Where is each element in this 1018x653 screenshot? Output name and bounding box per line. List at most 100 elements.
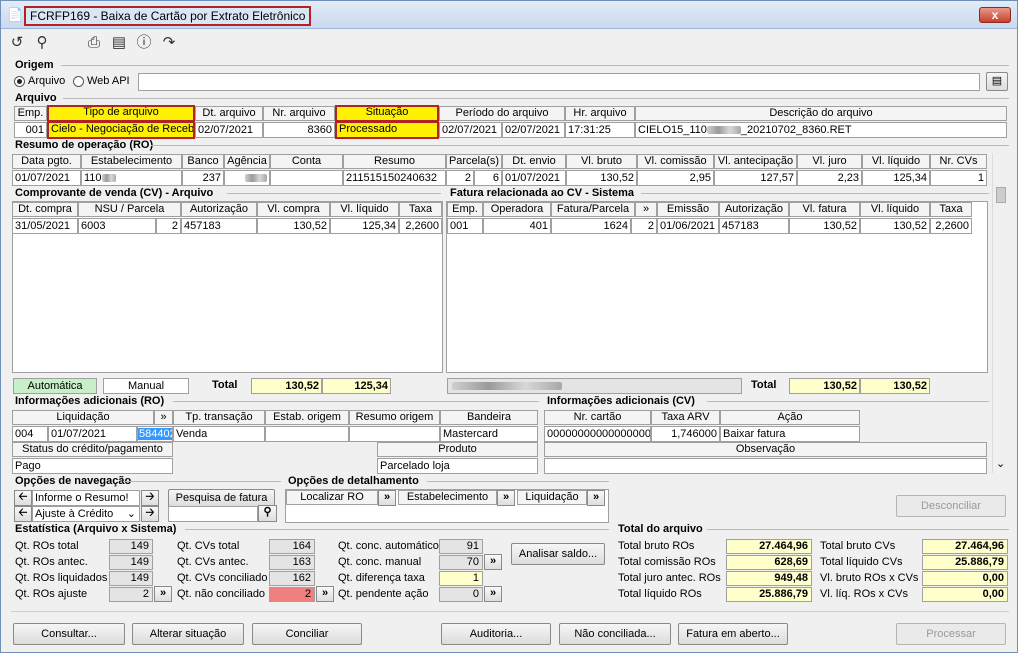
detal-estab-more[interactable]: » (497, 490, 515, 506)
calendar-icon[interactable]: ▤ (110, 34, 128, 52)
estab-origem[interactable] (265, 426, 349, 442)
cv-aut[interactable]: 457183 (181, 218, 257, 234)
fatura-emissao[interactable]: 01/06/2021 (657, 218, 719, 234)
cv-taxa[interactable]: 2,2600 (399, 218, 442, 234)
acao[interactable]: Baixar fatura (720, 426, 860, 442)
fatura-operadora[interactable]: 401 (483, 218, 551, 234)
arquivo-desc[interactable]: CIELO15_110 _20210702_8360.RET (635, 122, 1007, 138)
detal-localizar-button[interactable]: Localizar RO (286, 490, 378, 505)
fatura-taxa[interactable]: 2,2600 (930, 218, 972, 234)
total-label: Total comissão ROs (618, 556, 716, 568)
resumo-antecip[interactable]: 127,57 (714, 170, 797, 186)
resumo-juro[interactable]: 2,23 (797, 170, 862, 186)
resumo-ncvs[interactable]: 1 (930, 170, 987, 186)
resumo-numero[interactable]: 211515150240632 (343, 170, 446, 186)
resumo-agencia[interactable] (224, 170, 270, 186)
taxa-arv[interactable]: 1,746000 (651, 426, 720, 442)
detal-localizar-more[interactable]: » (378, 490, 396, 506)
radio-arquivo[interactable] (14, 76, 25, 87)
pesquisa-input[interactable] (168, 506, 258, 522)
nao-conciliada-button[interactable]: Não conciliada... (559, 623, 671, 645)
arquivo-dt[interactable]: 02/07/2021 (195, 122, 263, 138)
status-credito[interactable]: Pago (12, 458, 173, 474)
nav-next-button[interactable]: 🡢 (141, 490, 159, 506)
detal-liquidacao-button[interactable]: Liquidação (517, 490, 587, 505)
cv-compra[interactable]: 130,52 (257, 218, 330, 234)
fatura-vliq[interactable]: 130,52 (860, 218, 930, 234)
liquidacao-data[interactable]: 01/07/2021 (48, 426, 137, 442)
nao-conciliado-more-button[interactable]: » (316, 586, 334, 602)
resumo-envio[interactable]: 01/07/2021 (502, 170, 566, 186)
fatura-emp[interactable]: 001 (447, 218, 483, 234)
nav-next2-button[interactable]: 🡢 (141, 506, 159, 522)
arquivo-periodo-ini[interactable]: 02/07/2021 (439, 122, 502, 138)
liquidacao-cod[interactable]: 004 (12, 426, 48, 442)
consultar-button[interactable]: Consultar... (13, 623, 125, 645)
help-icon[interactable]: ⓘ (135, 34, 153, 52)
radio-webapi[interactable] (73, 76, 84, 87)
resumo-parcela-a[interactable]: 2 (446, 170, 474, 186)
manual-more-button[interactable]: » (484, 554, 502, 570)
nav-ajuste-select[interactable]: Ajuste à Crédito ⌄ (32, 506, 140, 522)
path-input[interactable] (138, 73, 980, 91)
arquivo-emp[interactable]: 001 (14, 122, 47, 138)
cv-parcela[interactable]: 2 (156, 218, 181, 234)
fatura-parcela[interactable]: 2 (631, 218, 657, 234)
fatura-vfat[interactable]: 130,52 (789, 218, 860, 234)
pesquisa-search-button[interactable]: ⚲ (258, 505, 277, 522)
alterar-situacao-button[interactable]: Alterar situação (132, 623, 244, 645)
col-header: Emissão (657, 202, 719, 217)
col-header: Emp. (14, 106, 47, 121)
arquivo-periodo-fim[interactable]: 02/07/2021 (502, 122, 565, 138)
resumo-conta[interactable] (270, 170, 343, 186)
stat-value: 149 (109, 539, 153, 554)
cv-nsu[interactable]: 6003 (78, 218, 156, 234)
print-icon[interactable]: ⎙ (85, 34, 103, 52)
fatura-aut[interactable]: 457183 (719, 218, 789, 234)
close-button[interactable]: x (979, 7, 1011, 23)
nr-cartao[interactable]: 00000000000000000 (544, 426, 651, 442)
resumo-liquido[interactable]: 125,34 (862, 170, 930, 186)
conciliar-button[interactable]: Conciliar (252, 623, 362, 645)
cv-liquido[interactable]: 125,34 (330, 218, 399, 234)
col-header: Taxa (930, 202, 972, 217)
resumo-bruto[interactable]: 130,52 (566, 170, 637, 186)
bandeira[interactable]: Mastercard (440, 426, 538, 442)
resumo-parcela-b[interactable]: 6 (474, 170, 502, 186)
arquivo-situacao[interactable]: Processado (335, 121, 439, 139)
browse-button[interactable]: ▤ (986, 72, 1008, 91)
produto[interactable]: Parcelado loja (377, 458, 538, 474)
auditoria-button[interactable]: Auditoria... (441, 623, 551, 645)
scroll-thumb[interactable] (996, 187, 1006, 203)
undo-icon[interactable]: ↺ (8, 34, 26, 52)
observacao[interactable] (544, 458, 987, 474)
pendente-more-button[interactable]: » (484, 586, 502, 602)
vertical-scrollbar[interactable]: ⌄ (992, 153, 1009, 473)
ajuste-more-button[interactable]: » (154, 586, 172, 602)
arquivo-tipo[interactable]: Cielo - Negociação de Recebi (47, 121, 195, 139)
processar-button[interactable]: Processar (896, 623, 1006, 645)
detal-estab-button[interactable]: Estabelecimento (398, 490, 497, 505)
analisar-saldo-button[interactable]: Analisar saldo... (511, 543, 605, 565)
resumo-banco[interactable]: 237 (182, 170, 224, 186)
desconciliar-button[interactable]: Desconciliar (896, 495, 1006, 517)
resumo-comissao[interactable]: 2,95 (637, 170, 714, 186)
fatura-numero[interactable]: 1624 (551, 218, 631, 234)
chevron-down-icon[interactable]: ⌄ (996, 457, 1005, 470)
arquivo-nr[interactable]: 8360 (263, 122, 335, 138)
detal-liquidacao-more[interactable]: » (587, 490, 605, 506)
resumo-origem[interactable] (349, 426, 440, 442)
tp-transacao[interactable]: Venda (173, 426, 265, 442)
arquivo-hr[interactable]: 17:31:25 (565, 122, 635, 138)
resumo-data[interactable]: 01/07/2021 (12, 170, 81, 186)
nav-prev-button[interactable]: 🡠 (14, 490, 32, 506)
col-header: Descrição do arquivo (635, 106, 1007, 121)
resumo-estab[interactable]: 110 (81, 170, 182, 186)
search-icon[interactable]: ⚲ (33, 34, 51, 52)
nav-prev2-button[interactable]: 🡠 (14, 506, 32, 522)
exit-icon[interactable]: ↷ (160, 34, 178, 52)
fatura-aberto-button[interactable]: Fatura em aberto... (678, 623, 788, 645)
liquidacao-num[interactable]: 584402 (137, 426, 173, 442)
nav-resumo-select[interactable]: Informe o Resumo! (32, 490, 140, 506)
cv-dt[interactable]: 31/05/2021 (12, 218, 78, 234)
